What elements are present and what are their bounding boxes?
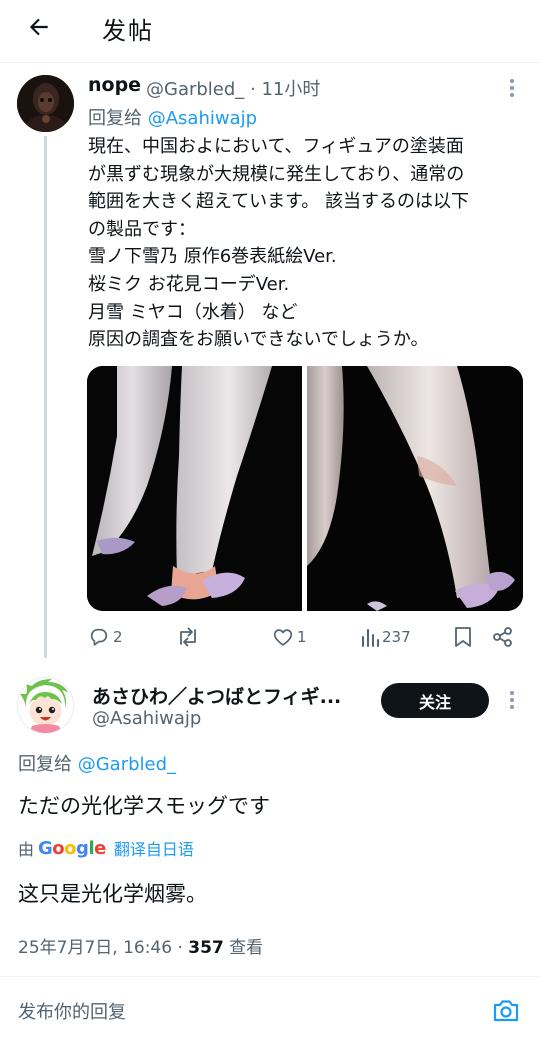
- bookmark-button[interactable]: [454, 623, 472, 651]
- translation-attribution: 由 Google 翻译自日语: [18, 835, 194, 861]
- figure-legs-photo: [307, 366, 523, 611]
- tweet-text-line: の製品です：: [88, 218, 196, 240]
- author-name[interactable]: nope: [88, 74, 141, 96]
- views-button[interactable]: 237: [361, 623, 411, 651]
- tweet-text-line: 雪ノ下雪乃 原作6巻表紙絵Ver.: [88, 246, 337, 268]
- tweet-text-line: 原因の調査をお願いできないでしょうか。: [88, 329, 429, 351]
- thread-connector-line: [44, 136, 47, 658]
- share-button[interactable]: [492, 623, 514, 651]
- tweet-text-line: 月雪 ミヤコ（水着） など: [88, 301, 298, 323]
- views-label: 查看: [223, 938, 264, 958]
- follow-button[interactable]: 关注: [381, 683, 489, 718]
- retweet-button[interactable]: [176, 623, 203, 651]
- like-count: 1: [297, 628, 307, 646]
- avatar[interactable]: [17, 677, 74, 734]
- like-button[interactable]: 1: [272, 623, 307, 651]
- figure-legs-photo: [87, 366, 302, 611]
- tweet-text-line: が黒ずむ現象が大規模に発生しており、通常の: [88, 163, 465, 185]
- header-divider: [0, 62, 540, 63]
- translate-link[interactable]: 翻译自日语: [114, 836, 194, 860]
- camera-icon: [493, 1000, 519, 1022]
- tweet-text: ただの光化学スモッグです: [18, 794, 270, 818]
- media-photo-1[interactable]: [87, 366, 302, 611]
- bookmark-icon: [455, 627, 471, 647]
- timestamp[interactable]: 25年7月7日, 16:46 ·: [18, 938, 188, 958]
- page-title: 发帖: [102, 17, 154, 45]
- translated-text: 这只是光化学烟雾。: [18, 882, 207, 906]
- tweet-text: 現在、中国およにおいて、フィギュアの塗装面 が黒ずむ現象が大規模に発生しており、…: [88, 133, 518, 354]
- top-bar: 发帖: [0, 0, 540, 56]
- compose-divider: [0, 976, 540, 977]
- view-count: 357: [188, 938, 224, 958]
- replying-to: 回复给 @Garbled_: [18, 750, 176, 776]
- tweet-meta: 25年7月7日, 16:46 · 357 查看: [18, 933, 263, 958]
- tweet-text-line: 現在、中国およにおいて、フィギュアの塗装面: [88, 136, 464, 157]
- translate-by-label: 由: [18, 840, 35, 859]
- avatar[interactable]: [17, 75, 74, 132]
- more-vertical-icon: [510, 79, 514, 97]
- views-icon: [362, 629, 379, 647]
- views-count: 237: [382, 628, 411, 646]
- author-handle-time: @Garbled_ · 11小时: [146, 79, 321, 100]
- reply-icon: [90, 628, 108, 646]
- more-vertical-icon: [510, 691, 514, 709]
- tweet-media: [87, 366, 523, 611]
- reply-button[interactable]: 2: [88, 623, 123, 651]
- like-icon: [273, 629, 293, 646]
- tweet-text-line: 桜ミク お花見コーデVer.: [88, 273, 290, 295]
- more-options-button[interactable]: [502, 688, 522, 712]
- tweet-text-line: 範囲を大きく超えています。 該当するのは以下: [88, 191, 470, 213]
- back-arrow-icon: [29, 18, 48, 36]
- media-photo-2[interactable]: [307, 366, 523, 611]
- reply-to-link[interactable]: @Garbled_: [78, 754, 176, 775]
- back-button[interactable]: [22, 10, 56, 44]
- share-icon: [493, 627, 512, 647]
- google-logo: Google: [38, 837, 106, 859]
- author-handle: @Asahiwajp: [92, 708, 202, 729]
- author-name[interactable]: あさひわ／よつばとフィギ...: [92, 682, 341, 709]
- replying-to: 回复给 @Asahiwajp: [88, 104, 257, 130]
- tweet-actions: 2 1 237: [88, 623, 518, 651]
- reply-input[interactable]: 发布你的回复: [18, 998, 468, 1024]
- avatar-image: [18, 678, 73, 733]
- avatar-image: [17, 75, 74, 132]
- retweet-icon: [180, 627, 196, 647]
- reply-prefix: 回复给: [88, 108, 142, 129]
- reply-to-link[interactable]: @Asahiwajp: [148, 108, 257, 129]
- reply-count: 2: [113, 628, 123, 646]
- camera-button[interactable]: [491, 996, 521, 1026]
- reply-prefix: 回复给: [18, 754, 72, 775]
- more-options-button[interactable]: [502, 76, 522, 100]
